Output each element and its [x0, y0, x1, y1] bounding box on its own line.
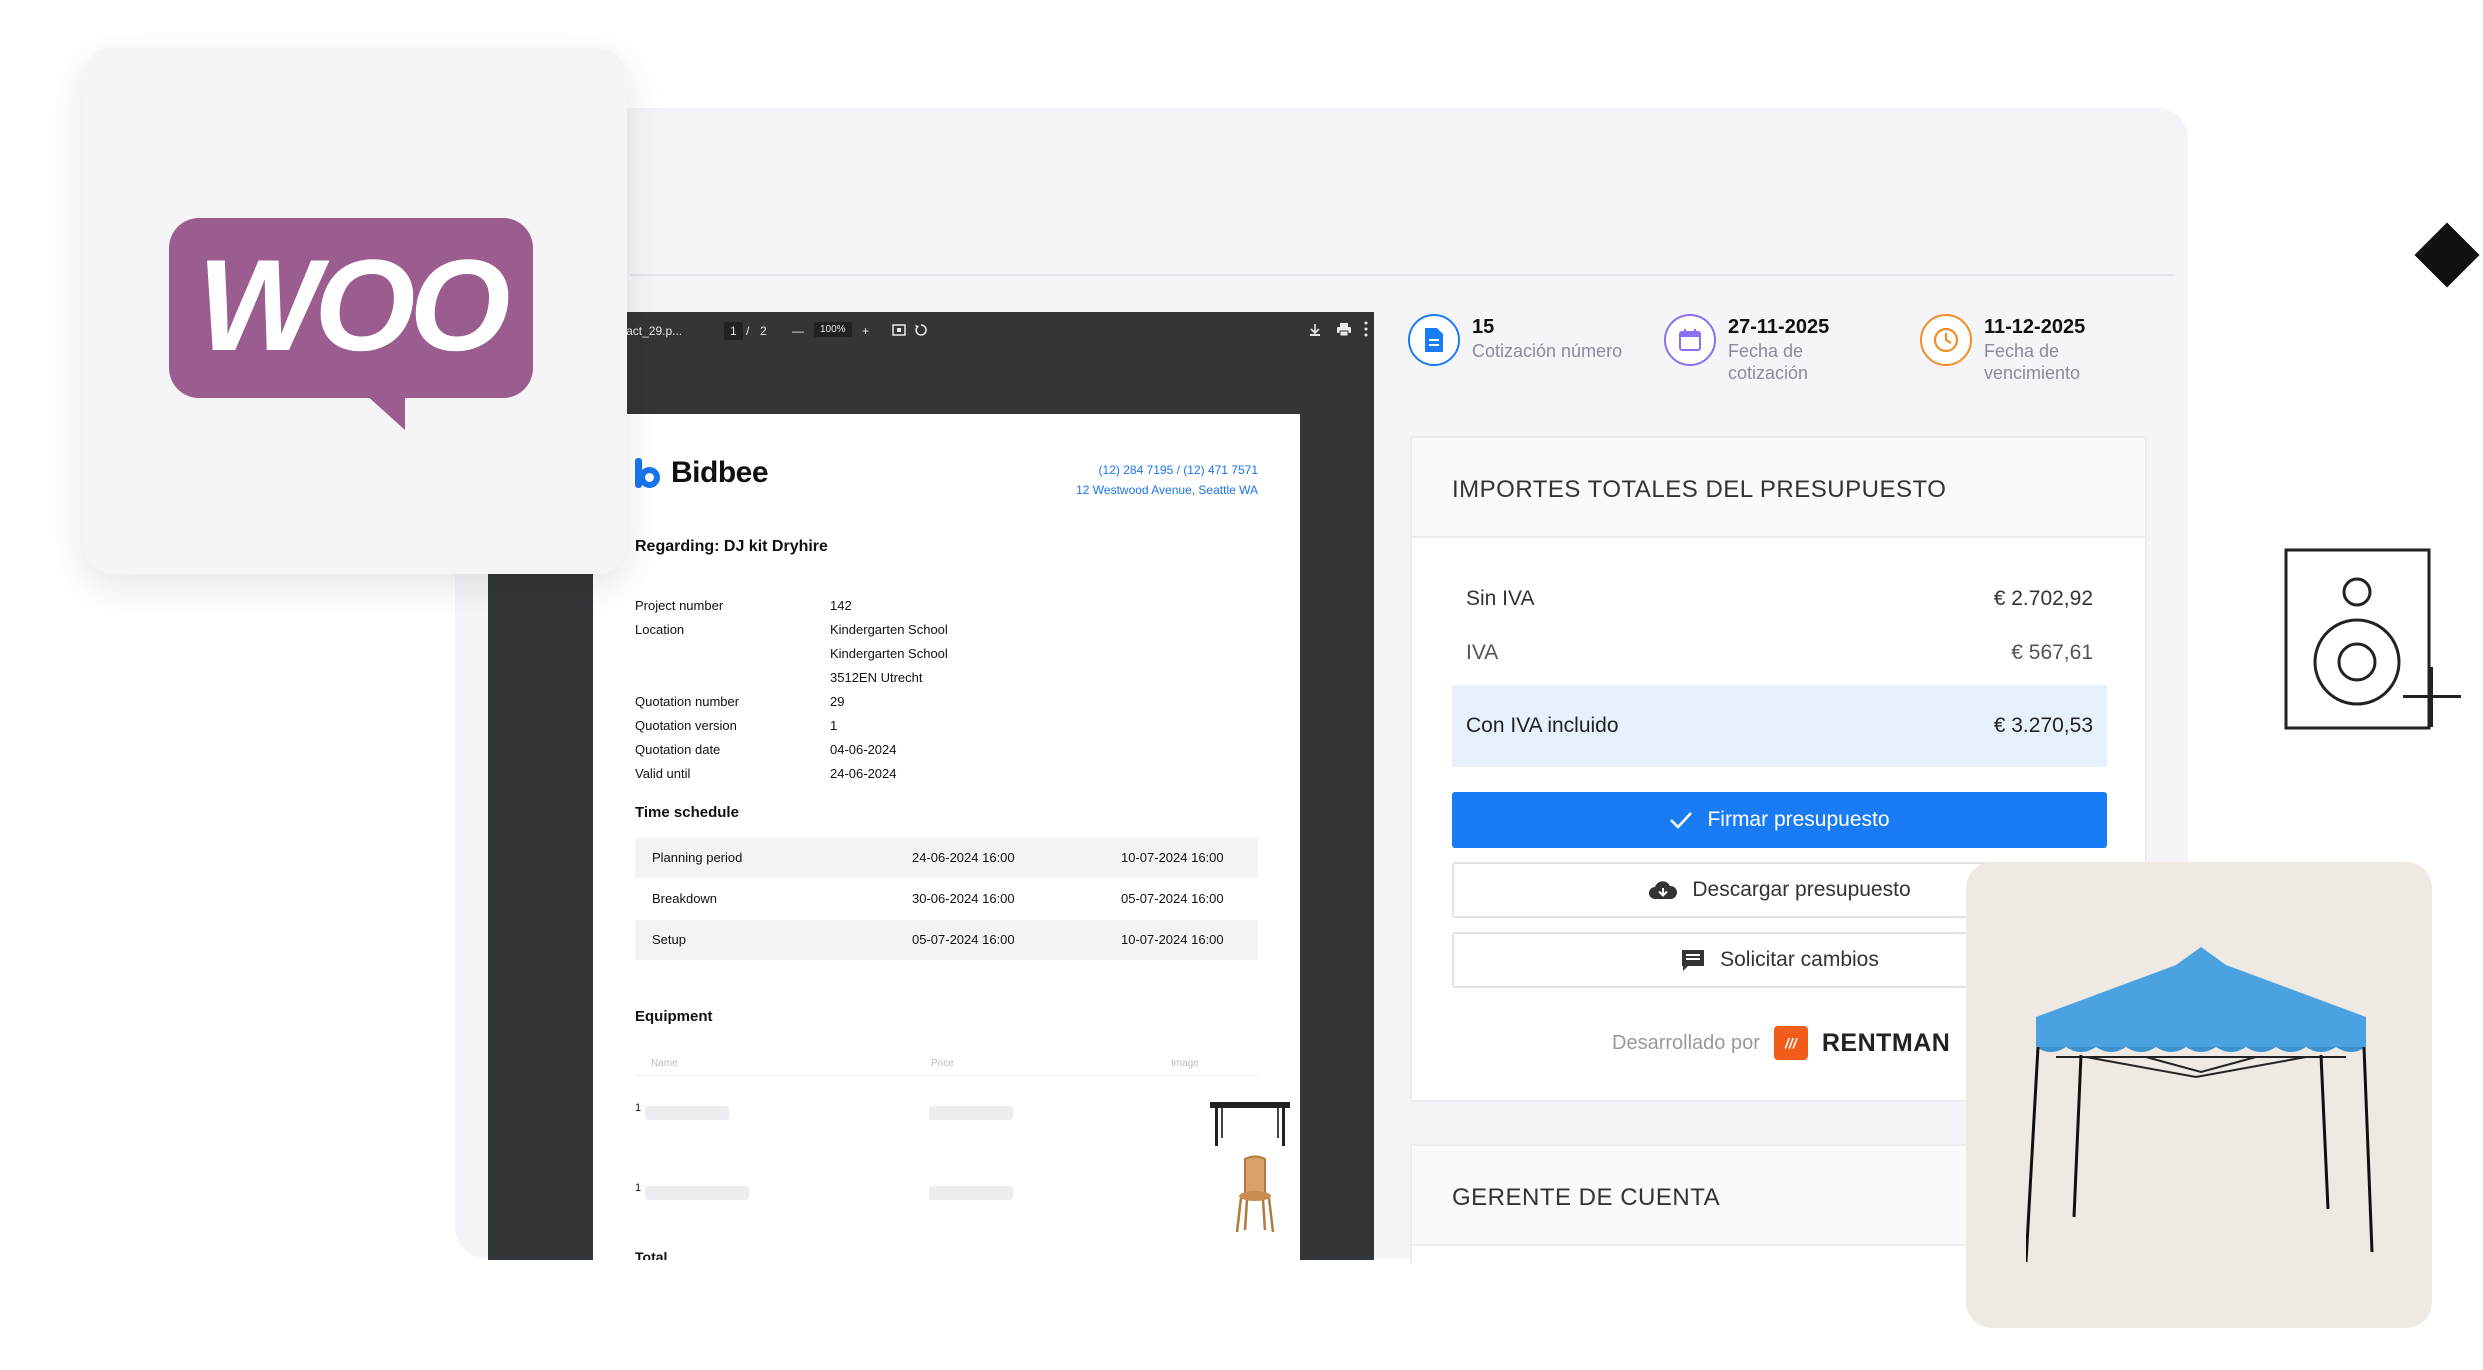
totals-title: IMPORTES TOTALES DEL PRESUPUESTO	[1452, 476, 1947, 503]
subtotal-line: Sin IVA € 2.702,92	[1452, 571, 2107, 625]
rotate-icon[interactable]	[914, 323, 928, 340]
field-label: Quotation number	[635, 694, 740, 709]
schedule-row: Breakdown 30-06-2024 16:00 05-07-2024 16…	[652, 891, 1224, 906]
field-label: Project number	[635, 598, 724, 613]
quote-number-info: 15 Cotización número	[1408, 314, 1622, 366]
field-value: 29	[830, 694, 845, 709]
quote-date-label: cotización	[1728, 363, 1809, 383]
total-amount: € 3.270,53	[1993, 714, 2093, 737]
download-icon[interactable]	[1308, 323, 1322, 340]
powered-by-label: Desarrollado por	[1612, 1031, 1760, 1054]
more-options-icon[interactable]	[1364, 321, 1368, 340]
total-label: Con IVA incluido	[1466, 714, 1619, 737]
schedule-row: Planning period 24-06-2024 16:00 10-07-2…	[635, 838, 1258, 878]
due-date-info: 11-12-2025 Fecha de vencimiento	[1920, 314, 2085, 384]
subtotal-label: Sin IVA	[1466, 587, 1535, 610]
due-date-label: Fecha de	[1984, 341, 2060, 361]
tent-product-card	[1966, 862, 2432, 1328]
print-icon[interactable]	[1336, 323, 1352, 340]
vat-line: IVA € 567,61	[1452, 625, 2107, 679]
field-value: 24-06-2024	[830, 766, 897, 781]
field-label: Valid until	[635, 766, 691, 781]
schedule-row: Setup 05-07-2024 16:00 10-07-2024 16:00	[635, 920, 1258, 960]
diamond-shape	[2414, 222, 2480, 288]
field-value: 142	[830, 598, 852, 613]
sign-quote-button[interactable]: Firmar presupuesto	[1452, 792, 2107, 848]
field-value: Kindergarten School	[830, 622, 948, 637]
quote-number: 15	[1472, 316, 1495, 338]
subtotal-amount: € 2.702,92	[1993, 587, 2093, 610]
equipment-table-header: Name Price Image	[635, 1054, 1258, 1076]
company-address: 12 Westwood Avenue, Seattle WA	[1076, 483, 1258, 497]
bidbee-logo: Bidbee	[635, 456, 769, 490]
quote-date: 27-11-2025	[1728, 316, 1830, 338]
company-phone: (12) 284 7195 / (12) 471 7571	[1098, 463, 1258, 477]
sign-quote-label: Firmar presupuesto	[1707, 808, 1890, 831]
pdf-page-input[interactable]: 1	[724, 322, 743, 340]
request-changes-label: Solicitar cambios	[1720, 948, 1879, 971]
pdf-page-total: 2	[760, 324, 767, 338]
due-date: 11-12-2025	[1984, 316, 2086, 338]
document-icon	[1408, 314, 1460, 366]
chair-image	[1235, 1155, 1275, 1233]
totals-header: IMPORTES TOTALES DEL PRESUPUESTO	[1412, 438, 2145, 538]
total-label: Total	[635, 1249, 668, 1260]
marketing-stage: nvironmenten_488_Compact_29.p... 1 / 2 —…	[0, 0, 2483, 1370]
bidbee-logo-icon	[635, 458, 665, 488]
schedule-title: Time schedule	[635, 804, 739, 821]
equipment-row: 1	[635, 1084, 1290, 1146]
field-value: 04-06-2024	[830, 742, 897, 757]
calendar-icon	[1664, 314, 1716, 366]
quote-date-info: 27-11-2025 Fecha de cotización	[1664, 314, 1829, 384]
vat-amount: € 567,61	[2011, 641, 2093, 664]
vat-label: IVA	[1466, 641, 1499, 664]
speaker-add-icon	[2284, 548, 2461, 730]
zoom-out-button[interactable]: —	[792, 324, 804, 338]
table-image	[1210, 1102, 1290, 1146]
download-quote-label: Descargar presupuesto	[1692, 878, 1911, 901]
quote-number-label: Cotización número	[1472, 341, 1623, 361]
company-contact: (12) 284 7195 / (12) 471 7571 12 Westwoo…	[1076, 460, 1258, 500]
field-value: Kindergarten School	[830, 646, 948, 661]
field-label: Quotation version	[635, 718, 737, 733]
woo-logo-text: WOO	[198, 232, 509, 378]
total-line: Con IVA incluido € 3.270,53	[1452, 685, 2107, 767]
equipment-row: 1	[635, 1155, 1275, 1233]
chat-icon	[1682, 950, 1705, 971]
woocommerce-logo-card: WOO	[83, 48, 627, 574]
field-label: Location	[635, 622, 685, 637]
zoom-in-button[interactable]: +	[862, 324, 869, 338]
equipment-title: Equipment	[635, 1008, 713, 1025]
powered-by: Desarrollado por /// RENTMAN	[1612, 1026, 1950, 1060]
account-manager-title: GERENTE DE CUENTA	[1452, 1184, 1721, 1211]
rentman-logo-icon: ///	[1773, 1026, 1808, 1060]
field-value: 3512EN Utrecht	[830, 670, 923, 685]
clock-icon	[1920, 314, 1972, 366]
tent-image	[2026, 947, 2374, 1263]
pdf-page-separator: /	[746, 324, 750, 338]
fit-page-icon[interactable]	[892, 323, 906, 340]
field-value: 1	[830, 718, 838, 733]
cloud-download-icon	[1649, 881, 1678, 899]
zoom-level[interactable]: 100%	[814, 322, 852, 337]
checkmark-icon	[1670, 812, 1693, 829]
regarding-title: Regarding: DJ kit Dryhire	[635, 538, 828, 555]
field-label: Quotation date	[635, 742, 721, 757]
bidbee-logo-text: Bidbee	[671, 456, 769, 489]
pdf-page: Bidbee (12) 284 7195 / (12) 471 7571 12 …	[593, 414, 1300, 1260]
quote-date-label: Fecha de	[1728, 341, 1804, 361]
rentman-logo-text: RENTMAN	[1821, 1028, 1951, 1057]
due-date-label: vencimiento	[1984, 363, 2081, 383]
divider	[630, 274, 2175, 276]
woocommerce-logo: WOO	[169, 218, 533, 430]
